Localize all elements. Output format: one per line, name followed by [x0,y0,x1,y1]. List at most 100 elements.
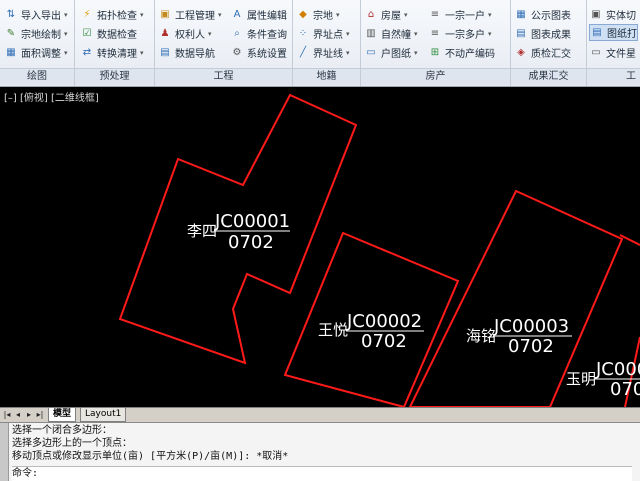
building-icon: ▥ [366,27,376,39]
boundary-line-button[interactable]: ╱ 界址线 ▾ [297,44,350,61]
tab-layout1[interactable]: Layout1 [80,408,127,422]
code-icon: ⊞ [430,46,440,58]
dropdown-arrow-icon: ▾ [488,29,492,38]
group-preprocess: ⚡ 拓扑检查 ▾ ☑ 数据检查 ⇄ 转换清理 ▾ 预处理 [75,0,155,86]
group-results: ▦ 公示图表 ▤ 图表成果 ◈ 质检汇交 成果汇交 [511,0,587,86]
command-window-grip[interactable] [0,423,9,481]
point-icon: ⁘ [298,27,308,39]
lightning-icon: ⚡ [83,8,91,20]
house-button[interactable]: ⌂ 房屋 ▾ [365,6,408,23]
parcel-owner: 王悦 [318,321,348,339]
command-prompt: 命令: [12,468,39,479]
parcel-button[interactable]: ◆ 宗地 ▾ [297,6,339,23]
parcel-area: 0702 [361,331,407,352]
building-button[interactable]: ▥ 自然幢 ▾ [365,25,418,42]
parcel-area: 0702 [228,232,274,253]
qc-icon: ◈ [517,46,525,58]
public-chart-button[interactable]: ▦ 公示图表 [515,6,571,23]
property-code-button[interactable]: ⊞ 不动产编码 [429,44,495,61]
group-label: 预处理 [75,68,154,85]
import-export-button[interactable]: ⇅ 导入导出 ▾ [5,6,68,23]
drawing-icon: ▭ [366,46,376,58]
group-cadastre: ◆ 宗地 ▾ ⁘ 界址点 ▾ ╱ 界址线 ▾ 地籍 [293,0,361,86]
dropdown-arrow-icon: ▾ [64,10,68,19]
ribbon: ⇅ 导入导出 ▾ ✎ 宗地绘制 ▾ ▦ 面积调整 ▾ 绘图 ⚡ 拓扑检查 ▾ ☑ 数据检查 ⇄ 转换… [0,0,640,87]
command-history-line: 移动顶点或修改显示单位(亩) [平方米(P)/亩(M)]: *取消* [12,451,289,462]
dropdown-arrow-icon: ▾ [140,10,144,19]
command-history-line: 选择多边形上的一个顶点： [12,438,132,449]
area-adjust-button[interactable]: ▦ 面积调整 ▾ [5,44,68,61]
command-window: 选择一个闭合多边形： 选择多边形上的一个顶点： 移动顶点或修改显示单位(亩) [… [0,422,640,481]
search-icon: ⌕ [234,27,240,39]
parcel-draw-button[interactable]: ✎ 宗地绘制 ▾ [5,25,68,42]
parcel-code: JC0000 [595,359,640,380]
parcel-owner: 李四 [187,222,217,240]
group-label: 工 [587,68,640,85]
drawing-svg: 李四 JC00001 0702 王悦 JC00002 0702 海铭 JC000… [118,93,640,407]
parcel-area: 0702 [508,336,554,357]
group-property: ⌂ 房屋 ▾ ▥ 自然幢 ▾ ▭ 户图纸 ▾ ≡ 一宗一户 ▾ ≡ 一宗多户 ▾ ⊞ 不动产编码 房产 [361,0,511,86]
print-icon: ▤ [592,26,602,38]
one-parcel-multi-unit-button[interactable]: ≡ 一宗多户 ▾ [429,25,492,42]
chart-results-button[interactable]: ▤ 图表成果 [515,25,571,42]
one-parcel-one-unit-button[interactable]: ≡ 一宗一户 ▾ [429,6,492,23]
file-icon: ▭ [591,46,601,58]
unit-drawing-button[interactable]: ▭ 户图纸 ▾ [365,44,417,61]
parcel-code: JC00002 [346,311,422,332]
tab-first-icon[interactable]: |◂ [2,409,12,420]
dropdown-arrow-icon: ▾ [64,48,68,57]
navigation-icon: ▤ [160,46,170,58]
group-tools: ▣ 实体切 ▤ 图纸打 ▭ 文件星 工 [587,0,640,86]
parcel-area: 070 [610,379,640,400]
dropdown-arrow-icon: ▾ [218,10,222,19]
attribute-edit-button[interactable]: A 属性编辑 [231,6,287,23]
print-drawing-button[interactable]: ▤ 图纸打 [589,24,638,41]
dropdown-arrow-icon: ▾ [346,29,350,38]
convert-clean-button[interactable]: ⇄ 转换清理 ▾ [81,44,144,61]
list-icon: ≡ [430,8,440,20]
file-button[interactable]: ▭ 文件星 [590,44,636,61]
system-settings-button[interactable]: ⚙ 系统设置 [231,44,287,61]
condition-query-button[interactable]: ⌕ 条件查询 [231,25,287,42]
qc-submit-button[interactable]: ◈ 质检汇交 [515,44,571,61]
topology-check-button[interactable]: ⚡ 拓扑检查 ▾ [81,6,144,23]
line-icon: ╱ [299,46,307,58]
project-manage-button[interactable]: ▣ 工程管理 ▾ [159,6,222,23]
check-icon: ☑ [82,27,92,39]
parcel-code: JC00001 [214,211,290,232]
command-input[interactable] [44,468,605,479]
user-icon: ♟ [160,27,170,39]
dropdown-arrow-icon: ▾ [346,48,350,57]
list-icon: ≡ [430,27,440,39]
tab-model[interactable]: 模型 [48,408,77,422]
group-draw: ⇅ 导入导出 ▾ ✎ 宗地绘制 ▾ ▦ 面积调整 ▾ 绘图 [0,0,75,86]
data-check-button[interactable]: ☑ 数据检查 [81,25,137,42]
house-icon: ⌂ [367,8,375,20]
folder-icon: ▣ [160,8,170,20]
draw-icon: ✎ [6,27,16,39]
right-holder-button[interactable]: ♟ 权利人 ▾ [159,25,212,42]
dropdown-arrow-icon: ▾ [140,48,144,57]
tab-last-icon[interactable]: ▸| [35,409,45,420]
dropdown-arrow-icon: ▾ [414,29,418,38]
cut-icon: ▣ [591,8,601,20]
boundary-point-button[interactable]: ⁘ 界址点 ▾ [297,25,350,42]
tab-next-icon[interactable]: ▸ [24,409,34,420]
chart-icon: ▦ [516,8,526,20]
convert-icon: ⇄ [82,46,92,58]
group-label: 成果汇交 [511,68,586,85]
command-history-line: 选择一个闭合多边形： [12,425,112,436]
dropdown-arrow-icon: ▾ [488,10,492,19]
attribute-icon: A [233,8,241,20]
entity-cut-button[interactable]: ▣ 实体切 [590,6,636,23]
drawing-canvas[interactable]: [–] [俯视] [二维线框] 李四 JC00001 0702 王悦 JC000… [0,87,640,407]
parcel-owner: 海铭 [466,327,496,345]
parcel-boundary[interactable] [619,234,640,246]
data-navigation-button[interactable]: ▤ 数据导航 [159,44,215,61]
tab-prev-icon[interactable]: ◂ [13,409,23,420]
group-label: 房产 [361,68,510,85]
dropdown-arrow-icon: ▾ [404,10,408,19]
table-icon: ▤ [516,27,526,39]
dropdown-arrow-icon: ▾ [64,29,68,38]
group-label: 工程 [155,68,292,85]
